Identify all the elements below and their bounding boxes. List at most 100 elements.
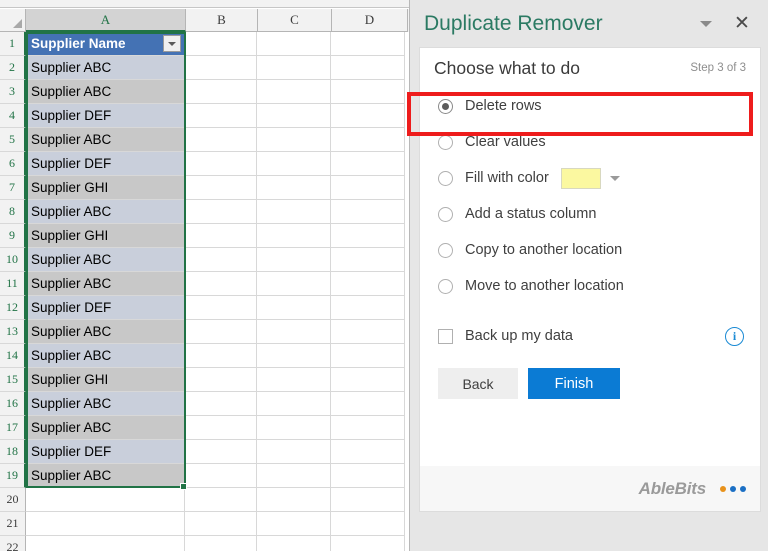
table-header-cell[interactable]: Supplier Name (26, 32, 185, 56)
table-cell-b[interactable] (185, 464, 257, 488)
table-cell-a[interactable]: Supplier ABC (26, 56, 185, 80)
table-cell-d[interactable] (331, 152, 405, 176)
fill-color-swatch[interactable] (560, 167, 601, 189)
selection-fill-handle[interactable] (180, 483, 187, 490)
table-cell-d[interactable] (331, 104, 405, 128)
table-cell-b[interactable] (185, 296, 257, 320)
table-cell-d[interactable] (331, 488, 405, 512)
option-add-a-status-column[interactable]: Add a status column (420, 196, 760, 232)
radio-button[interactable] (438, 98, 453, 114)
table-cell-b[interactable] (185, 344, 257, 368)
table-cell-b[interactable] (185, 32, 257, 56)
row-header-11[interactable]: 11 (0, 272, 26, 296)
table-cell-a[interactable]: Supplier ABC (26, 80, 185, 104)
row-header-22[interactable]: 22 (0, 536, 26, 551)
row-header-20[interactable]: 20 (0, 488, 26, 512)
table-cell-c[interactable] (257, 488, 331, 512)
chevron-down-icon[interactable] (695, 13, 717, 35)
table-cell-c[interactable] (257, 416, 331, 440)
table-cell-a[interactable]: Supplier GHI (26, 368, 185, 392)
table-cell-c[interactable] (257, 224, 331, 248)
column-header-b[interactable]: B (186, 9, 258, 32)
table-cell-a[interactable]: Supplier ABC (26, 128, 185, 152)
table-cell-c[interactable] (257, 104, 331, 128)
table-cell-c[interactable] (257, 272, 331, 296)
table-cell-c[interactable] (257, 512, 331, 536)
table-cell-a[interactable]: Supplier DEF (26, 296, 185, 320)
table-cell-c[interactable] (257, 128, 331, 152)
option-clear-values[interactable]: Clear values (420, 124, 760, 160)
table-cell-b[interactable] (185, 488, 257, 512)
row-header-3[interactable]: 3 (0, 80, 26, 104)
table-cell-a[interactable]: Supplier DEF (26, 104, 185, 128)
row-header-5[interactable]: 5 (0, 128, 26, 152)
table-cell-c[interactable] (257, 176, 331, 200)
table-cell-d[interactable] (331, 320, 405, 344)
table-cell-d[interactable] (331, 536, 405, 551)
table-cell-a[interactable]: Supplier ABC (26, 320, 185, 344)
table-cell-b[interactable] (185, 440, 257, 464)
table-cell-b[interactable] (185, 416, 257, 440)
info-icon[interactable]: i (725, 326, 744, 346)
table-cell-c[interactable] (257, 32, 331, 56)
row-header-6[interactable]: 6 (0, 152, 26, 176)
table-cell-a[interactable]: Supplier GHI (26, 176, 185, 200)
column-header-a[interactable]: A (26, 9, 186, 32)
row-header-7[interactable]: 7 (0, 176, 26, 200)
table-cell-a[interactable] (26, 536, 185, 551)
row-header-14[interactable]: 14 (0, 344, 26, 368)
table-cell-b[interactable] (185, 56, 257, 80)
column-header-c[interactable]: C (258, 9, 332, 32)
table-cell-d[interactable] (331, 368, 405, 392)
table-cell-d[interactable] (331, 80, 405, 104)
table-cell-a[interactable]: Supplier ABC (26, 248, 185, 272)
table-cell-b[interactable] (185, 128, 257, 152)
option-fill-with-color[interactable]: Fill with color (420, 160, 760, 196)
table-cell-b[interactable] (185, 512, 257, 536)
row-header-13[interactable]: 13 (0, 320, 26, 344)
table-cell-d[interactable] (331, 272, 405, 296)
table-cell-c[interactable] (257, 536, 331, 551)
backup-checkbox[interactable] (438, 328, 453, 344)
row-header-4[interactable]: 4 (0, 104, 26, 128)
radio-button[interactable] (438, 242, 453, 258)
table-cell-c[interactable] (257, 296, 331, 320)
row-header-15[interactable]: 15 (0, 368, 26, 392)
table-cell-c[interactable] (257, 368, 331, 392)
row-header-9[interactable]: 9 (0, 224, 26, 248)
table-cell-c[interactable] (257, 152, 331, 176)
table-cell-b[interactable] (185, 80, 257, 104)
table-cell-a[interactable]: Supplier GHI (26, 224, 185, 248)
table-cell-a[interactable]: Supplier DEF (26, 440, 185, 464)
table-cell-c[interactable] (257, 80, 331, 104)
table-cell-c[interactable] (257, 392, 331, 416)
row-header-21[interactable]: 21 (0, 512, 26, 536)
radio-button[interactable] (438, 278, 453, 294)
table-cell-d[interactable] (331, 128, 405, 152)
table-cell-b[interactable] (185, 176, 257, 200)
table-cell-b[interactable] (185, 368, 257, 392)
table-cell-a[interactable]: Supplier ABC (26, 416, 185, 440)
chevron-down-icon[interactable] (609, 175, 620, 181)
table-cell-b[interactable] (185, 200, 257, 224)
table-cell-a[interactable] (26, 488, 185, 512)
row-header-2[interactable]: 2 (0, 56, 26, 80)
table-cell-a[interactable]: Supplier ABC (26, 344, 185, 368)
row-header-16[interactable]: 16 (0, 392, 26, 416)
table-cell-b[interactable] (185, 392, 257, 416)
finish-button[interactable]: Finish (528, 368, 620, 399)
row-header-18[interactable]: 18 (0, 440, 26, 464)
table-cell-d[interactable] (331, 56, 405, 80)
table-cell-a[interactable] (26, 512, 185, 536)
option-delete-rows[interactable]: Delete rows (420, 88, 760, 124)
back-button[interactable]: Back (438, 368, 518, 399)
table-cell-d[interactable] (331, 176, 405, 200)
table-cell-b[interactable] (185, 224, 257, 248)
select-all-corner[interactable] (0, 9, 26, 32)
table-cell-b[interactable] (185, 152, 257, 176)
filter-dropdown-icon[interactable] (163, 35, 181, 52)
table-cell-d[interactable] (331, 392, 405, 416)
table-cell-a[interactable]: Supplier ABC (26, 200, 185, 224)
table-cell-d[interactable] (331, 344, 405, 368)
table-cell-a[interactable]: Supplier ABC (26, 272, 185, 296)
